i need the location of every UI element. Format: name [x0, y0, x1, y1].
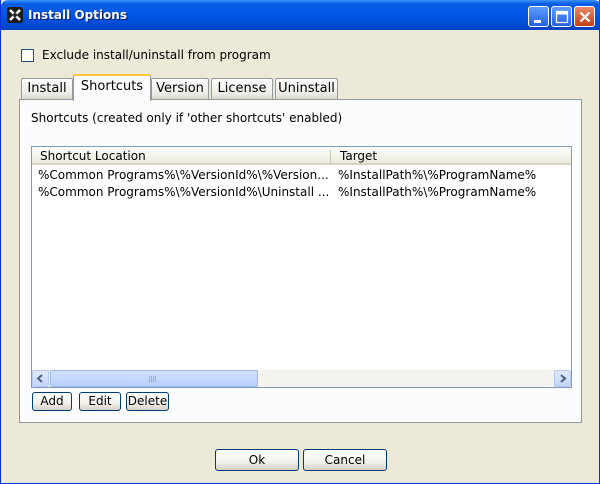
- list-header: Shortcut Location Target: [32, 147, 571, 165]
- table-row[interactable]: %Common Programs%\%VersionId%\%Version..…: [32, 167, 571, 184]
- shortcuts-panel: Shortcuts (created only if 'other shortc…: [19, 99, 582, 423]
- shortcuts-list[interactable]: Shortcut Location Target %Common Program…: [31, 146, 572, 388]
- target-cell: %InstallPath%\%ProgramName%: [338, 185, 537, 199]
- app-icon: [7, 7, 23, 23]
- table-row[interactable]: %Common Programs%\%VersionId%\Uninstall …: [32, 184, 571, 201]
- column-target[interactable]: Target: [340, 149, 377, 163]
- tab-version[interactable]: Version: [151, 78, 209, 100]
- install-options-window: Install Options Exclude install/uninstal…: [0, 0, 600, 484]
- target-cell: %InstallPath%\%ProgramName%: [338, 168, 537, 182]
- minimize-button[interactable]: [528, 6, 549, 27]
- maximize-button[interactable]: [551, 6, 572, 27]
- column-shortcut-location[interactable]: Shortcut Location: [40, 149, 146, 163]
- chevron-right-icon: [560, 374, 567, 383]
- title-bar[interactable]: Install Options: [1, 0, 600, 30]
- close-button[interactable]: [574, 6, 595, 27]
- horizontal-scrollbar[interactable]: [32, 370, 571, 387]
- scroll-right-button[interactable]: [554, 370, 571, 387]
- ok-button[interactable]: Ok: [215, 449, 299, 471]
- minimize-icon: [534, 20, 541, 23]
- grip-icon: [149, 376, 156, 382]
- chevron-left-icon: [36, 374, 43, 383]
- shortcut-location-cell: %Common Programs%\%VersionId%\%Version..…: [38, 168, 328, 182]
- edit-button[interactable]: Edit: [79, 392, 121, 411]
- maximize-icon: [555, 10, 569, 24]
- window-title: Install Options: [28, 8, 127, 22]
- panel-caption: Shortcuts (created only if 'other shortc…: [31, 111, 343, 125]
- tab-uninstall[interactable]: Uninstall: [275, 78, 338, 100]
- tab-install[interactable]: Install: [21, 78, 73, 100]
- cancel-button[interactable]: Cancel: [303, 449, 387, 471]
- exclude-checkbox[interactable]: [21, 49, 34, 62]
- tab-shortcuts[interactable]: Shortcuts: [73, 74, 151, 101]
- shortcut-location-cell: %Common Programs%\%VersionId%\Uninstall …: [38, 185, 328, 199]
- exclude-label[interactable]: Exclude install/uninstall from program: [42, 48, 271, 62]
- scroll-left-button[interactable]: [32, 370, 49, 387]
- delete-button[interactable]: Delete: [126, 392, 169, 411]
- column-divider[interactable]: [330, 150, 331, 163]
- close-icon: [579, 11, 591, 23]
- scroll-thumb[interactable]: [50, 370, 258, 387]
- tab-license[interactable]: License: [211, 78, 273, 100]
- add-button[interactable]: Add: [32, 392, 72, 411]
